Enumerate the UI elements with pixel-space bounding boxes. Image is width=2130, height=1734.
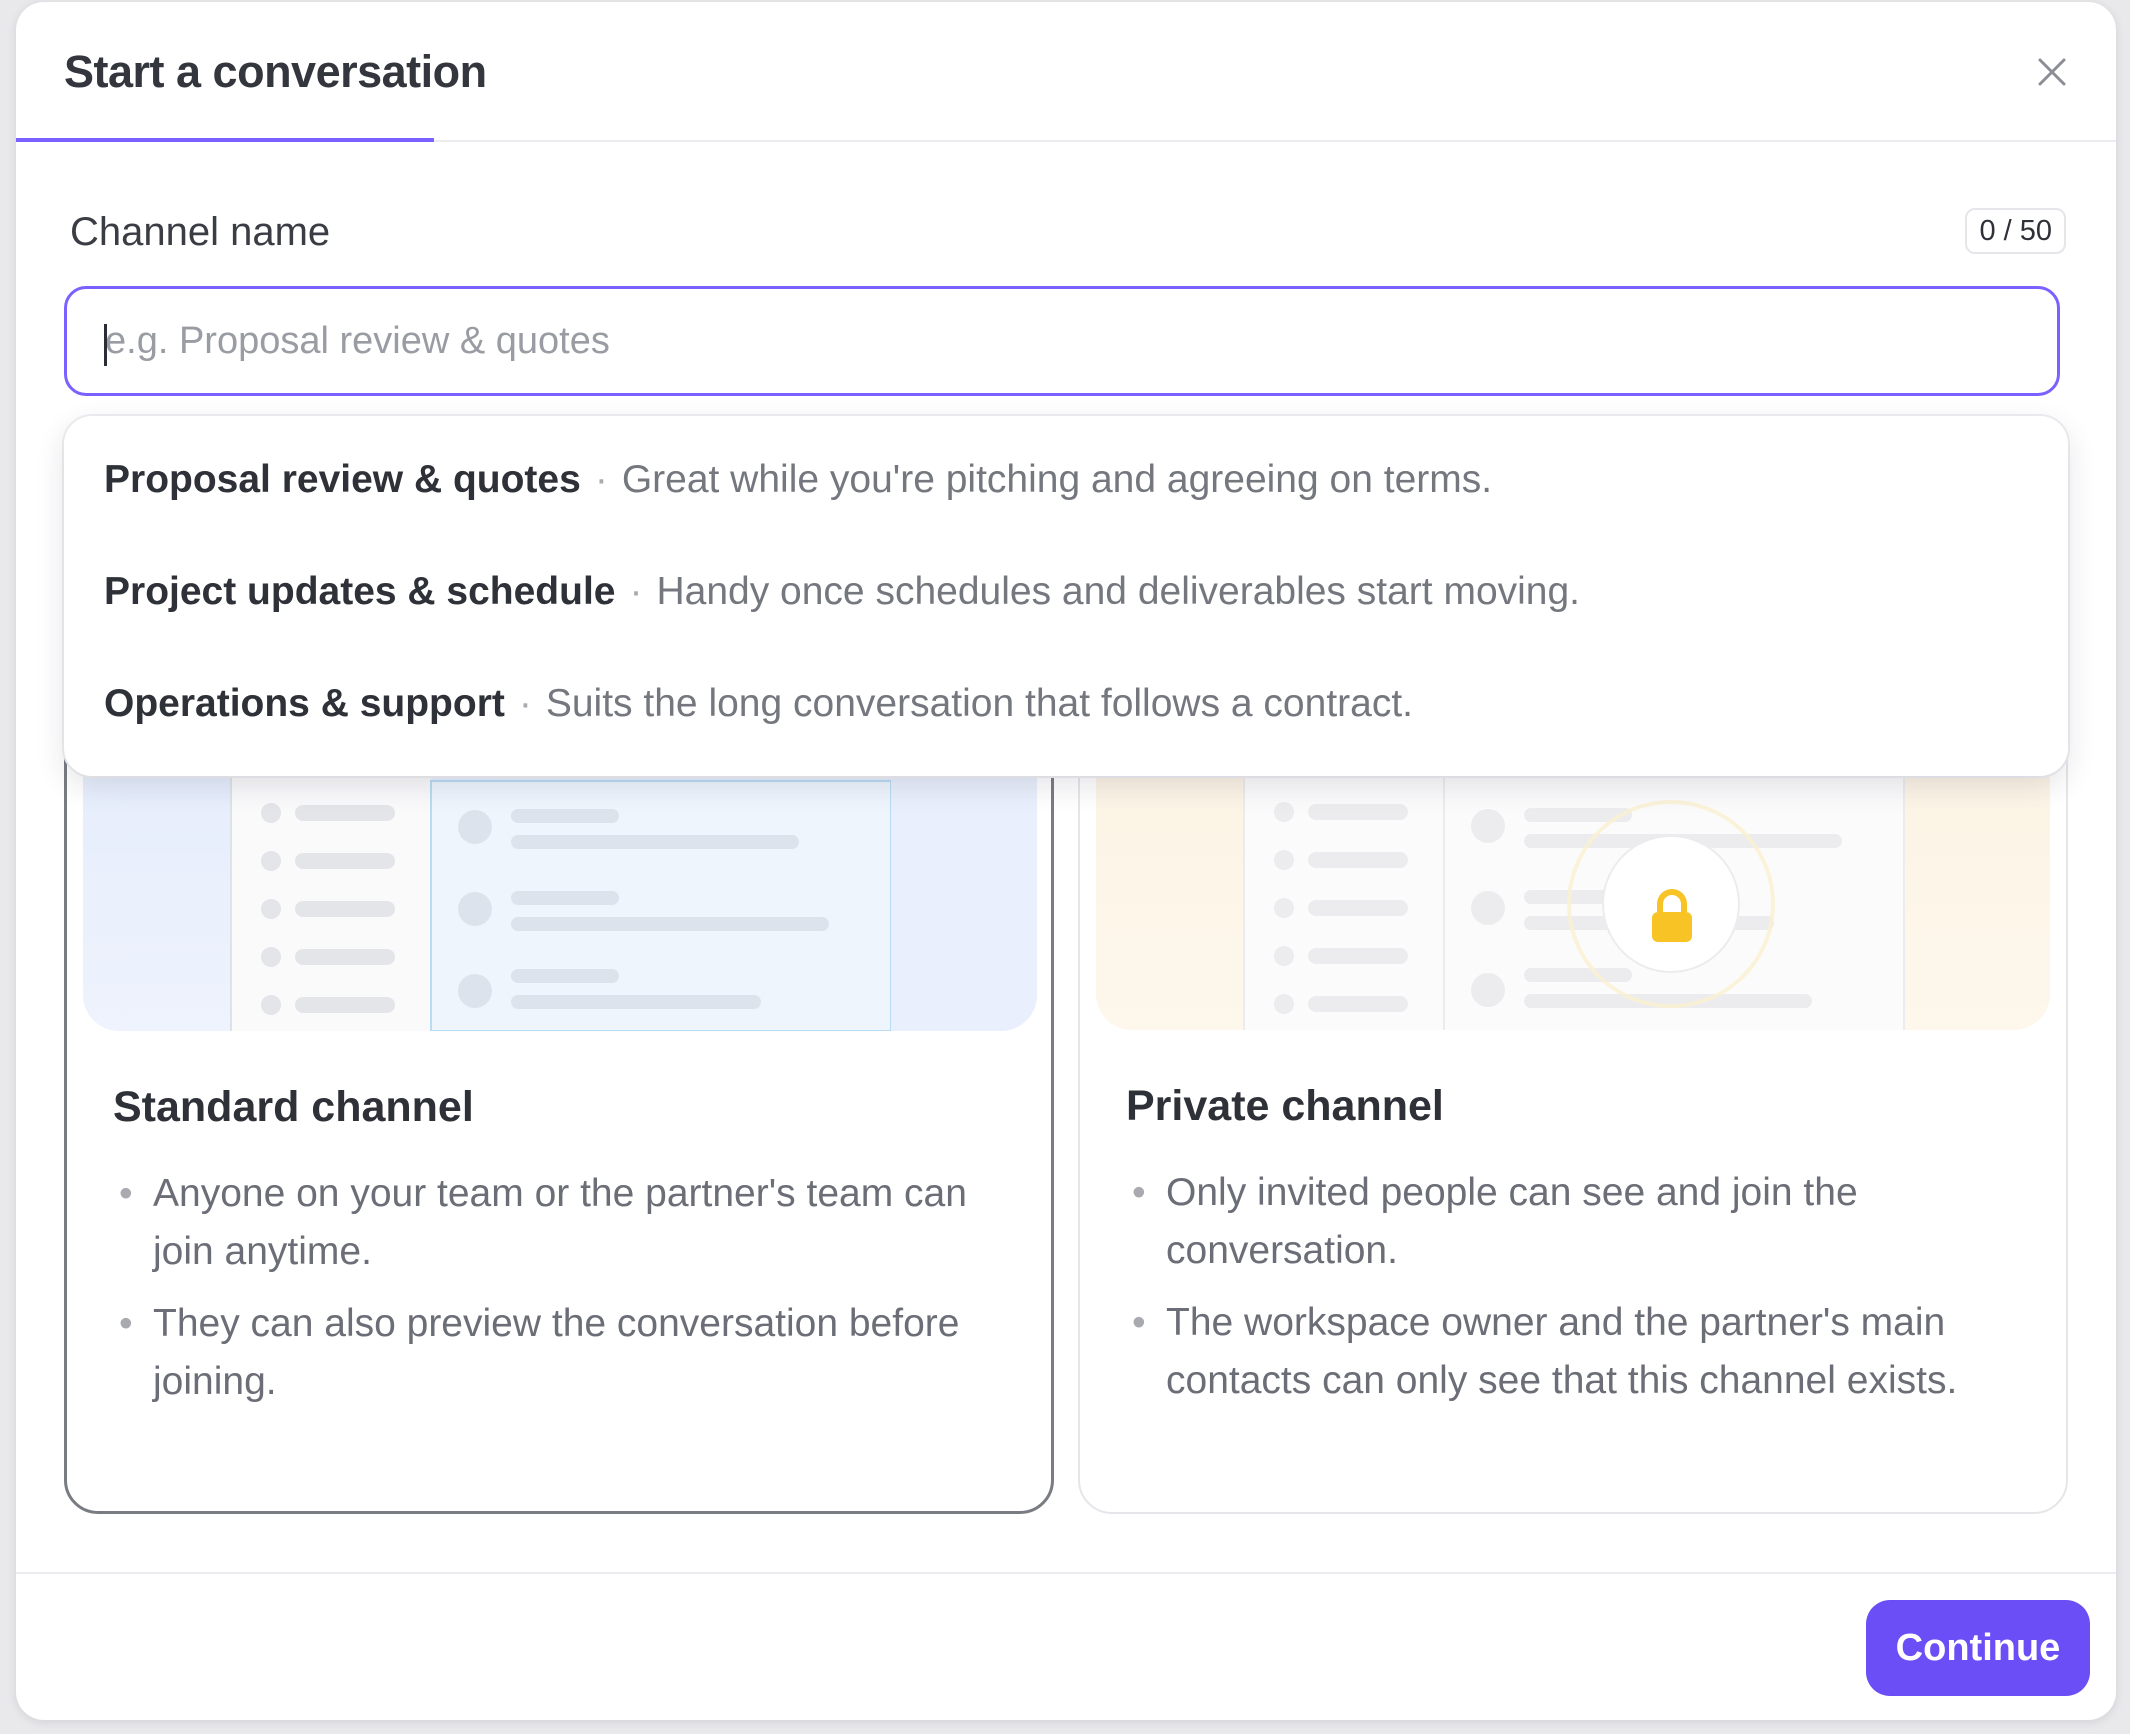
list-item: • Anyone on your team or the partner's te…	[119, 1172, 967, 1273]
character-counter: 0 / 50	[1965, 208, 2066, 254]
footer-divider	[16, 1572, 2116, 1574]
dialog-header: Start a conversation	[16, 2, 2116, 142]
suggestion-proposal-review[interactable]: Proposal review & quotes · Great while you…	[104, 458, 1492, 502]
suggestion-operations-support[interactable]: Operations & support · Suits the long conv…	[104, 682, 1413, 726]
list-item: • The workspace owner and the partner's m…	[1132, 1301, 1958, 1402]
private-channel-card[interactable]: Private channel • Only invited people can…	[1078, 662, 2068, 1514]
channel-name-label: Channel name	[70, 210, 331, 254]
list-item: • Only invited people can see and join th…	[1132, 1171, 1858, 1272]
standard-channel-card[interactable]: Standard channel • Anyone on your team or…	[64, 662, 1054, 1514]
private-channel-bullets: • Only invited people can see and join th…	[1126, 1164, 2006, 1424]
standard-channel-title: Standard channel	[113, 1083, 474, 1131]
channel-name-input[interactable]	[64, 286, 2060, 396]
channel-type-cards: Standard channel • Anyone on your team or…	[64, 662, 2068, 1522]
title-underline	[16, 138, 434, 142]
lock-icon	[1652, 889, 1692, 942]
standard-channel-bullets: • Anyone on your team or the partner's te…	[113, 1165, 993, 1425]
start-conversation-dialog: Start a conversation Channel name 0 / 50	[16, 2, 2116, 1720]
close-icon[interactable]	[2026, 46, 2078, 98]
private-channel-title: Private channel	[1126, 1082, 1444, 1130]
list-item: • They can also preview the conversation …	[119, 1302, 960, 1403]
text-caret	[104, 324, 107, 366]
continue-button[interactable]: Continue	[1866, 1600, 2090, 1696]
dialog-title: Start a conversation	[64, 46, 487, 97]
suggestions-dropdown: Proposal review & quotes · Great while you…	[64, 416, 2068, 776]
suggestion-project-updates[interactable]: Project updates & schedule · Handy once sc…	[104, 570, 1580, 614]
